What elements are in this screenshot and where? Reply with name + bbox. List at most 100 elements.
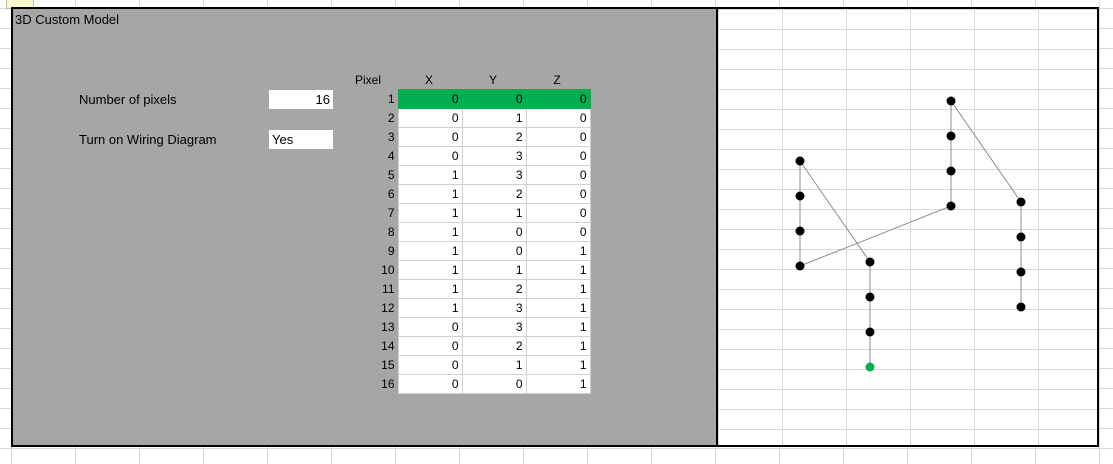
x-cell[interactable]: 0 xyxy=(397,146,463,166)
x-cell[interactable]: 1 xyxy=(397,241,463,261)
y-cell[interactable]: 1 xyxy=(461,108,527,128)
x-cell[interactable]: 1 xyxy=(397,203,463,223)
pixel-dot xyxy=(865,292,875,302)
table-row: 10 1 1 1 xyxy=(353,260,591,280)
x-cell[interactable]: 1 xyxy=(397,260,463,280)
pixel-number-cell[interactable]: 14 xyxy=(353,337,398,356)
pixel-number-cell[interactable]: 11 xyxy=(353,280,398,299)
z-cell[interactable]: 0 xyxy=(525,184,591,204)
pixel-number-cell[interactable]: 12 xyxy=(353,299,398,318)
model-title: 3D Custom Model xyxy=(15,12,120,27)
y-cell[interactable]: 3 xyxy=(461,146,527,166)
pixel-number-cell[interactable]: 6 xyxy=(353,185,398,204)
y-cell[interactable]: 0 xyxy=(461,89,527,109)
z-cell[interactable]: 0 xyxy=(525,146,591,166)
model-panel: 3D Custom Model Number of pixels 16 Turn… xyxy=(11,7,1099,447)
z-cell[interactable]: 1 xyxy=(525,298,591,318)
table-row: 16 0 0 1 xyxy=(353,374,591,394)
table-row: 14 0 2 1 xyxy=(353,336,591,356)
y-cell[interactable]: 3 xyxy=(461,317,527,337)
table-row: 4030 xyxy=(353,146,591,166)
x-cell[interactable]: 0 xyxy=(397,317,463,337)
z-cell[interactable]: 1 xyxy=(525,317,591,337)
table-row: 6120 xyxy=(353,184,591,204)
x-cell[interactable]: 0 xyxy=(397,355,463,375)
x-cell[interactable]: 0 xyxy=(397,89,463,109)
pixel-table: 1 0 0 0 2 0 1 0 3 0 2 0 4 0 3 0 5 1 3 0 6 1 2 0 7 1 1 0 8 1 0 0 9 1 0 1 10 1 1… xyxy=(353,89,591,394)
x-cell[interactable]: 0 xyxy=(397,127,463,147)
table-row: 12 1 3 1 xyxy=(353,298,591,318)
y-cell[interactable]: 2 xyxy=(461,279,527,299)
pixel-number-cell[interactable]: 7 xyxy=(353,204,398,223)
z-cell[interactable]: 1 xyxy=(525,279,591,299)
pixel-number-cell[interactable]: 13 xyxy=(353,318,398,337)
pixel-dot xyxy=(946,166,956,176)
table-row: 5130 xyxy=(353,165,591,185)
table-row: 8100 xyxy=(353,222,591,242)
pixel-dot xyxy=(946,201,956,211)
z-cell[interactable]: 0 xyxy=(525,127,591,147)
pixel-number-cell[interactable]: 10 xyxy=(353,261,398,280)
header-x: X xyxy=(424,73,433,87)
pixel-number-cell[interactable]: 2 xyxy=(353,109,398,128)
y-cell[interactable]: 3 xyxy=(461,165,527,185)
pixel-dot xyxy=(865,327,875,337)
table-row: 7110 xyxy=(353,203,591,223)
wiring-label: Turn on Wiring Diagram xyxy=(79,132,217,147)
x-cell[interactable]: 0 xyxy=(397,108,463,128)
pixel-dot xyxy=(795,191,805,201)
pixel-number-cell[interactable]: 16 xyxy=(353,375,398,394)
header-pixel: Pixel xyxy=(354,73,381,87)
z-cell[interactable]: 1 xyxy=(525,355,591,375)
table-row: 13 0 3 1 xyxy=(353,317,591,337)
wiring-toggle-field[interactable]: Yes xyxy=(269,130,333,149)
pixel-number-cell[interactable]: 8 xyxy=(353,223,398,242)
x-cell[interactable]: 1 xyxy=(397,298,463,318)
pixels-count-field[interactable]: 16 xyxy=(269,90,333,109)
z-cell[interactable]: 0 xyxy=(525,165,591,185)
z-cell[interactable]: 0 xyxy=(525,203,591,223)
table-row: 11 1 2 1 xyxy=(353,279,591,299)
z-cell[interactable]: 0 xyxy=(525,89,591,109)
pixel-number-cell[interactable]: 4 xyxy=(353,147,398,166)
z-cell[interactable]: 1 xyxy=(525,260,591,280)
y-cell[interactable]: 0 xyxy=(461,241,527,261)
pixel-number-cell[interactable]: 1 xyxy=(353,90,398,109)
pixel-dot xyxy=(795,261,805,271)
x-cell[interactable]: 1 xyxy=(397,184,463,204)
wire-segment xyxy=(799,160,871,263)
pixel-dot xyxy=(946,131,956,141)
pixel-dot xyxy=(795,226,805,236)
z-cell[interactable]: 0 xyxy=(525,222,591,242)
x-cell[interactable]: 1 xyxy=(397,279,463,299)
pixel-dot xyxy=(1016,302,1026,312)
y-cell[interactable]: 2 xyxy=(461,184,527,204)
y-cell[interactable]: 3 xyxy=(461,298,527,318)
pixel-dot xyxy=(1016,197,1026,207)
y-cell[interactable]: 2 xyxy=(461,127,527,147)
pixel-dot xyxy=(795,156,805,166)
y-cell[interactable]: 1 xyxy=(461,355,527,375)
y-cell[interactable]: 2 xyxy=(461,336,527,356)
x-cell[interactable]: 0 xyxy=(397,336,463,356)
header-z: Z xyxy=(553,73,561,87)
z-cell[interactable]: 1 xyxy=(525,241,591,261)
pixel-number-cell[interactable]: 5 xyxy=(353,166,398,185)
header-y: Y xyxy=(488,73,497,87)
z-cell[interactable]: 1 xyxy=(525,336,591,356)
z-cell[interactable]: 1 xyxy=(525,374,591,394)
x-cell[interactable]: 1 xyxy=(397,222,463,242)
y-cell[interactable]: 1 xyxy=(461,203,527,223)
pixel-number-cell[interactable]: 3 xyxy=(353,128,398,147)
first-pixel-dot xyxy=(865,362,875,372)
table-row: 2010 xyxy=(353,108,591,128)
pixel-dot xyxy=(1016,232,1026,242)
pixel-number-cell[interactable]: 15 xyxy=(353,356,398,375)
x-cell[interactable]: 0 xyxy=(397,374,463,394)
y-cell[interactable]: 0 xyxy=(461,374,527,394)
pixel-number-cell[interactable]: 9 xyxy=(353,242,398,261)
z-cell[interactable]: 0 xyxy=(525,108,591,128)
x-cell[interactable]: 1 xyxy=(397,165,463,185)
y-cell[interactable]: 0 xyxy=(461,222,527,242)
y-cell[interactable]: 1 xyxy=(461,260,527,280)
